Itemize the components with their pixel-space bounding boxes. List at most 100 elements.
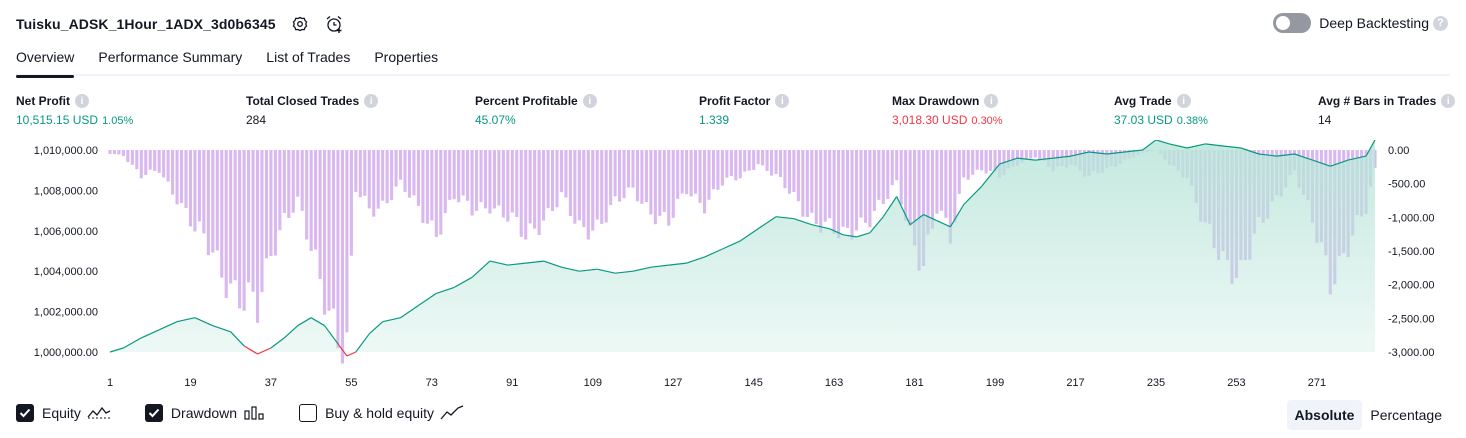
drawdown-bar [144, 150, 148, 175]
drawdown-bar [340, 150, 344, 364]
right-tick-label: -3,000.00 [1388, 347, 1434, 359]
x-axis: 1 19 37 55 73 91 109 127 145 163 181 199 217 235 253 27… [107, 377, 1326, 389]
info-icon[interactable]: i [582, 94, 597, 108]
legend-drawdown[interactable]: Drawdown [144, 404, 265, 422]
metric-value: 37.03 USD [1114, 113, 1173, 127]
drawdown-bar [783, 150, 787, 189]
drawdown-bar [533, 150, 537, 229]
chart-legend: Equity Drawdown Buy & hold equity [16, 404, 498, 422]
drawdown-bar [604, 150, 608, 223]
absolute-button[interactable]: Absolute [1286, 400, 1363, 430]
drawdown-bar [287, 150, 291, 218]
drawdown-bar [171, 150, 175, 195]
drawdown-bar [1024, 150, 1028, 160]
drawdown-bar [761, 150, 765, 166]
percentage-button[interactable]: Percentage [1362, 400, 1450, 430]
drawdown-bar [568, 150, 572, 217]
drawdown-bar [260, 150, 264, 293]
tab-overview[interactable]: Overview [16, 46, 75, 78]
x-tick-label: 37 [265, 377, 277, 389]
drawdown-bar [689, 150, 693, 197]
drawdown-bar [506, 150, 510, 222]
gear-icon[interactable] [290, 14, 310, 34]
help-icon[interactable]: ? [1433, 15, 1448, 31]
drawdown-bar [425, 150, 429, 224]
buyhold-checkbox[interactable] [299, 404, 318, 422]
drawdown-bar [524, 150, 528, 240]
info-icon[interactable]: i [1176, 94, 1191, 108]
deep-backtesting-toggle[interactable] [1273, 13, 1312, 33]
drawdown-bar [591, 150, 595, 231]
drawdown-bar [895, 150, 899, 181]
left-tick-label: 1,010,000.00 [34, 145, 98, 157]
info-icon[interactable]: i [775, 94, 790, 108]
drawdown-bar [139, 150, 143, 179]
drawdown-bar [345, 150, 349, 333]
info-icon[interactable]: i [75, 94, 89, 108]
drawdown-bar [251, 150, 255, 292]
legend-buy-hold[interactable]: Buy & hold equity [299, 404, 464, 422]
drawdown-bar [707, 150, 711, 200]
drawdown-bar [457, 150, 461, 203]
drawdown-bar [376, 150, 380, 209]
legend-equity[interactable]: Equity [16, 404, 111, 422]
x-tick-label: 271 [1308, 377, 1326, 389]
metric-sub: 0.38% [1176, 115, 1208, 127]
drawdown-bar [224, 150, 228, 298]
drawdown-bar [564, 150, 568, 198]
drawdown-bar [613, 150, 617, 197]
metric-value: 1.339 [699, 113, 730, 127]
tab-properties[interactable]: Properties [374, 46, 438, 76]
equity-checkbox[interactable] [16, 404, 34, 422]
equity-line-segment [346, 351, 357, 357]
drawdown-bar [653, 150, 657, 225]
equity-drawdown-chart[interactable]: 1,010,000.00 1,008,000.00 1,006,000.00 1,00… [0, 140, 1466, 396]
equity-area [110, 140, 1375, 352]
drawdown-bar [135, 150, 139, 170]
drawdown-bar [756, 150, 760, 165]
metric-value: 3,018.30 USD [892, 113, 968, 127]
drawdown-bar [421, 150, 425, 224]
drawdown-bar [975, 150, 979, 170]
left-tick-label: 1,008,000.00 [34, 185, 98, 197]
metric-label: Total Closed Trades [246, 94, 360, 108]
x-tick-label: 199 [986, 377, 1004, 389]
drawdown-bar [680, 150, 684, 194]
metric-percent-profitable: Percent Profitable i 45.07% [475, 93, 597, 127]
drawdown-bar [725, 150, 729, 178]
right-tick-label: -1,000.00 [1388, 212, 1434, 224]
trend-line-icon [440, 405, 464, 421]
drawdown-bar [537, 150, 541, 236]
drawdown-bar [434, 150, 438, 237]
x-tick-label: 181 [905, 377, 923, 389]
alarm-clock-plus-icon[interactable] [324, 14, 344, 34]
legend-equity-label: Equity [42, 405, 81, 421]
tab-bar: Overview Performance Summary List of Tra… [16, 46, 1450, 78]
drawdown-checkbox[interactable] [144, 404, 163, 422]
info-icon[interactable]: i [1441, 94, 1456, 108]
info-icon[interactable]: i [364, 94, 379, 108]
drawdown-bar [153, 150, 157, 171]
drawdown-bar [452, 150, 456, 200]
info-icon[interactable]: i [984, 94, 999, 108]
drawdown-bar [966, 150, 970, 180]
drawdown-bar [220, 150, 224, 278]
drawdown-bar [716, 150, 720, 190]
drawdown-bar [841, 150, 845, 227]
drawdown-bar [296, 150, 300, 197]
drawdown-bar [242, 150, 246, 311]
tab-performance-summary[interactable]: Performance Summary [98, 46, 242, 76]
metric-net-profit: Net Profit i 10,515.15 USD 1.05% [16, 93, 133, 127]
x-tick-label: 73 [426, 377, 438, 389]
drawdown-bar [711, 150, 716, 190]
drawdown-bar [349, 150, 353, 256]
tab-list-of-trades[interactable]: List of Trades [266, 46, 350, 76]
drawdown-bar [582, 150, 586, 227]
drawdown-bar [157, 150, 161, 173]
drawdown-bar [336, 150, 340, 349]
drawdown-bar [1033, 150, 1037, 158]
drawdown-bar [470, 150, 474, 216]
drawdown-bar [372, 150, 376, 217]
drawdown-bar [233, 150, 237, 281]
drawdown-bar [685, 150, 689, 195]
